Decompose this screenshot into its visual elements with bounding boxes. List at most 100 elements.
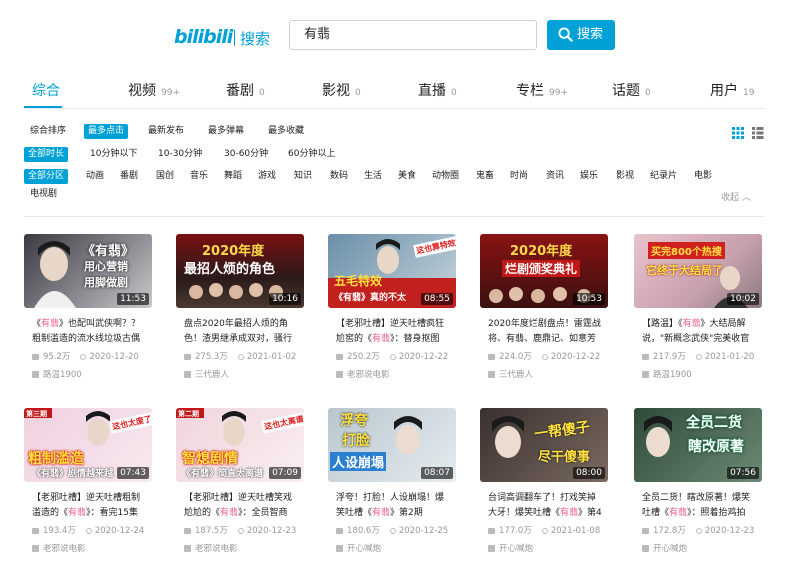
- sort-most-clicked[interactable]: 最多点击: [84, 124, 129, 139]
- logo-search-label: 搜索: [240, 30, 271, 48]
- video-title[interactable]: 盘点2020年最招人烦的角色！渣男继承成双对，骚行: [184, 317, 300, 347]
- tab-bangumi[interactable]: 番剧 0: [226, 80, 265, 100]
- zone-all[interactable]: 全部分区: [24, 169, 69, 184]
- tab-movie[interactable]: 影视 0: [322, 80, 361, 100]
- video-thumbnail[interactable]: 第三期 粗制滥造 《有翡》剧情越来越 这也太废了! 07:43: [24, 408, 152, 482]
- thumb-caption: 最招人烦的角色: [184, 262, 276, 277]
- video-card[interactable]: 一帮傻子 尽干傻事 08:00 台词高调翻车了！打戏笑掉大牙！爆笑吐槽《有翡》第…: [480, 408, 608, 564]
- sort-most-favorited[interactable]: 最多收藏: [268, 124, 304, 139]
- grid-view-icon[interactable]: [732, 127, 764, 139]
- video-thumbnail[interactable]: 2020年度 最招人烦的角色 10:16: [176, 234, 304, 308]
- video-thumbnail[interactable]: 五毛特效 《有翡》真的不太 这也算特效? 08:55: [328, 234, 456, 308]
- video-card[interactable]: 浮夸 打脸 人设崩塌 08:07 浮夸！打脸！人设崩塌！爆笑吐槽《有翡》第2期 …: [328, 408, 456, 564]
- duration-over-60[interactable]: 60分钟以上: [288, 147, 335, 162]
- zone-film-tv[interactable]: 影视: [616, 169, 634, 184]
- zone-life[interactable]: 生活: [364, 169, 382, 184]
- video-title[interactable]: 全员二货！瞎改原著！爆笑吐槽《有翡》：照着抬鸡拍: [642, 491, 758, 521]
- video-thumbnail[interactable]: 浮夸 打脸 人设崩塌 08:07: [328, 408, 456, 482]
- duration-badge: 07:09: [269, 467, 301, 479]
- zone-digital[interactable]: 数码: [330, 169, 348, 184]
- zone-tv-series[interactable]: 电视剧: [30, 187, 57, 202]
- video-thumbnail[interactable]: 买完800个热搜 它终于大结局了 10:02: [634, 234, 762, 308]
- uploader[interactable]: 老邪说电影: [336, 368, 390, 380]
- sort-newest[interactable]: 最新发布: [148, 124, 184, 139]
- uploader[interactable]: 老邪说电影: [184, 542, 238, 554]
- video-card[interactable]: 2020年度 最招人烦的角色 10:16 盘点2020年最招人烦的角色！渣男继承…: [176, 234, 304, 390]
- video-card[interactable]: 2020年度 烂剧颁奖典礼 10:53 2020年度烂剧盘点！雷霆战将、有翡、鹿…: [480, 234, 608, 390]
- zone-music[interactable]: 音乐: [190, 169, 208, 184]
- uploader-icon: [184, 545, 191, 552]
- bilibili-logo[interactable]: bilibili: [174, 26, 233, 48]
- zone-guochuang[interactable]: 国创: [156, 169, 174, 184]
- sort-filter-row: 综合排序 最多点击 最新发布 最多弹幕 最多收藏: [24, 124, 724, 140]
- zone-kichiku[interactable]: 鬼畜: [476, 169, 494, 184]
- uploader-icon: [336, 545, 343, 552]
- tab-live[interactable]: 直播 0: [418, 80, 457, 100]
- video-thumbnail[interactable]: 第二期 智熄剧情 《有翡》简直太离谱 这也太离谱! 07:09: [176, 408, 304, 482]
- video-title[interactable]: 《有翡》也配叫武侠啊？？粗制滥造的流水线垃圾古偶: [32, 317, 148, 347]
- video-thumbnail[interactable]: 一帮傻子 尽干傻事 08:00: [480, 408, 608, 482]
- uploader[interactable]: 开心喊炮: [336, 542, 381, 554]
- uploader[interactable]: 三代鹿人: [488, 368, 533, 380]
- zone-news[interactable]: 资讯: [546, 169, 564, 184]
- duration-all[interactable]: 全部时长: [24, 147, 69, 162]
- video-title[interactable]: 2020年度烂剧盘点！雷霆战将、有翡、鹿鼎记、如意芳: [488, 317, 604, 347]
- tab-all[interactable]: 综合: [32, 80, 60, 100]
- duration-30-60[interactable]: 30-60分钟: [224, 147, 268, 162]
- zone-bangumi[interactable]: 番剧: [120, 169, 138, 184]
- search-button[interactable]: 搜索: [547, 20, 615, 50]
- uploader[interactable]: 路温1900: [32, 368, 82, 380]
- video-title[interactable]: 台词高调翻车了！打戏笑掉大牙！爆笑吐槽《有翡》第4: [488, 491, 604, 521]
- video-card[interactable]: 第二期 智熄剧情 《有翡》简直太离谱 这也太离谱! 07:09 【老邪吐槽】逆天…: [176, 408, 304, 564]
- video-title[interactable]: 【老邪吐槽】逆天吐槽疯狂尬窖的《有翡》：替身抠图: [336, 317, 452, 347]
- video-title[interactable]: 【老邪吐槽】逆天吐槽粗制滥造的《有翡》：看完15集: [32, 491, 148, 521]
- video-thumbnail[interactable]: 全员二货 瞎改原著 07:56: [634, 408, 762, 482]
- thumb-caption: 烂剧颁奖典礼: [502, 260, 581, 277]
- tab-topic[interactable]: 话题 0: [612, 80, 651, 100]
- duration-badge: 10:02: [727, 293, 759, 305]
- collapse-filters-button[interactable]: 收起 ︿: [721, 190, 751, 203]
- zone-animal[interactable]: 动物圈: [432, 169, 459, 184]
- video-card[interactable]: 第三期 粗制滥造 《有翡》剧情越来越 这也太废了! 07:43 【老邪吐槽】逆天…: [24, 408, 152, 564]
- uploader[interactable]: 老邪说电影: [32, 542, 86, 554]
- zone-fashion[interactable]: 时尚: [510, 169, 528, 184]
- zone-entertainment[interactable]: 娱乐: [580, 169, 598, 184]
- search-input[interactable]: 有翡: [289, 20, 537, 50]
- uploader[interactable]: 路温1900: [642, 368, 692, 380]
- zone-dance[interactable]: 舞蹈: [224, 169, 242, 184]
- video-title[interactable]: 浮夸！打脸！人设崩塌！爆笑吐槽《有翡》第2期: [336, 491, 452, 521]
- thumb-caption-badge: 第二期: [178, 410, 199, 418]
- uploader[interactable]: 三代鹿人: [184, 368, 229, 380]
- video-card[interactable]: 全员二货 瞎改原著 07:56 全员二货！瞎改原著！爆笑吐槽《有翡》：照着抬鸡拍…: [634, 408, 762, 564]
- tab-user[interactable]: 用户 19: [710, 80, 754, 100]
- zone-documentary[interactable]: 纪录片: [650, 169, 677, 184]
- zone-anime[interactable]: 动画: [86, 169, 104, 184]
- video-title[interactable]: 【老邪吐槽】逆天吐槽笑戏尬尬的《有翡》：全员智商: [184, 491, 300, 521]
- play-count-icon: [336, 353, 343, 360]
- zone-game[interactable]: 游戏: [258, 169, 276, 184]
- video-thumbnail[interactable]: 《有翡》 用心营销 用脚做剧 11:53: [24, 234, 152, 308]
- sort-most-danmaku[interactable]: 最多弹幕: [208, 124, 244, 139]
- play-count-icon: [488, 527, 495, 534]
- clock-icon: [695, 353, 702, 360]
- video-card[interactable]: 五毛特效 《有翡》真的不太 这也算特效? 08:55 【老邪吐槽】逆天吐槽疯狂尬…: [328, 234, 456, 390]
- video-card[interactable]: 买完800个热搜 它终于大结局了 10:02 【路温】《有翡》大结局解说，"新概…: [634, 234, 762, 390]
- uploader[interactable]: 开心喊炮: [642, 542, 687, 554]
- sort-default[interactable]: 综合排序: [30, 124, 66, 139]
- video-title[interactable]: 【路温】《有翡》大结局解说，"新概念武侠"完美收官: [642, 317, 758, 347]
- video-card[interactable]: 《有翡》 用心营销 用脚做剧 11:53 《有翡》也配叫武侠啊？？粗制滥造的流水…: [24, 234, 152, 390]
- zone-food[interactable]: 美食: [398, 169, 416, 184]
- zone-movie[interactable]: 电影: [694, 169, 712, 184]
- uploader[interactable]: 开心喊炮: [488, 542, 533, 554]
- duration-10-30[interactable]: 10-30分钟: [158, 147, 202, 162]
- video-thumbnail[interactable]: 2020年度 烂剧颁奖典礼 10:53: [480, 234, 608, 308]
- tab-video[interactable]: 视频 99+: [128, 80, 180, 100]
- thumb-caption: 2020年度: [510, 244, 573, 259]
- video-stats: 187.5万 2020-12-23: [184, 524, 296, 536]
- duration-under-10[interactable]: 10分钟以下: [90, 147, 137, 162]
- duration-badge: 08:55: [421, 293, 453, 305]
- tab-article[interactable]: 专栏 99+: [516, 80, 568, 100]
- thumb-caption-badge: 第三期: [26, 410, 47, 418]
- thumb-caption: 《有翡》简直太离谱: [182, 469, 264, 479]
- zone-knowledge[interactable]: 知识: [294, 169, 312, 184]
